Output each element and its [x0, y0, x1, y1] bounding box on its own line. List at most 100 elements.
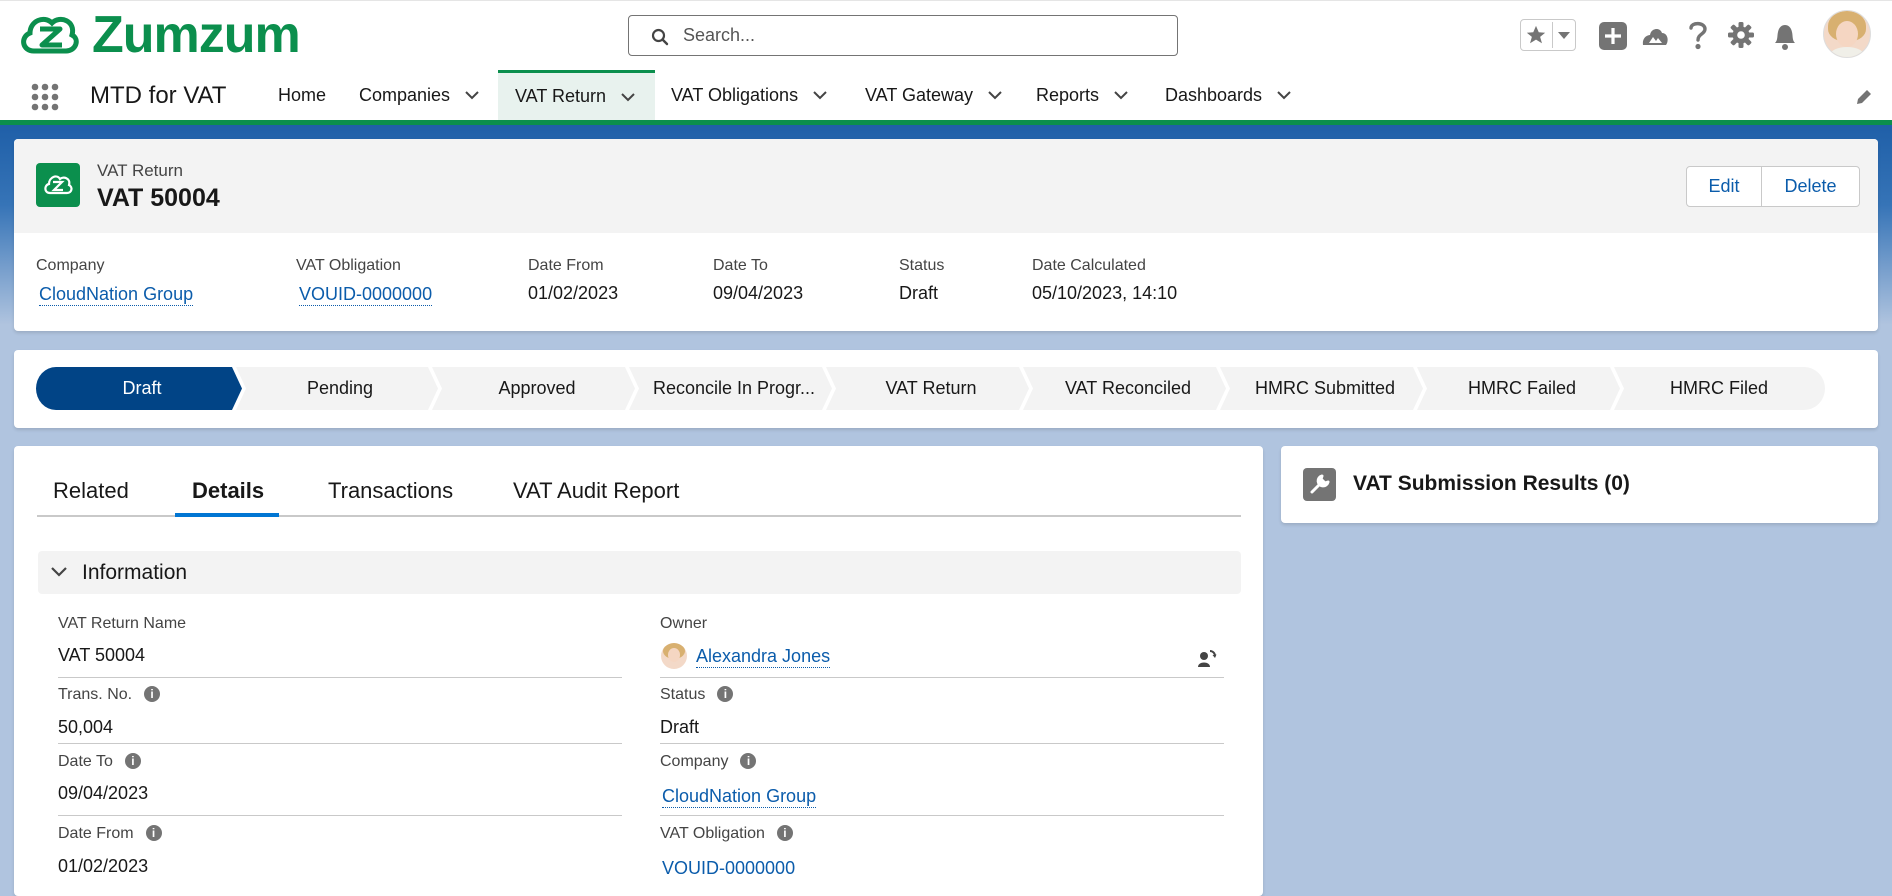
- delete-button[interactable]: Delete: [1761, 166, 1860, 207]
- highlight-date-calculated-value: 05/10/2023, 14:10: [1032, 283, 1178, 303]
- field-divider: [58, 743, 622, 744]
- nav-item-label: Companies: [359, 84, 451, 105]
- path-step-vat-reconciled[interactable]: VAT Reconciled: [1028, 367, 1228, 410]
- field-label-trans-no: Trans. No. i: [58, 686, 161, 704]
- trailhead-icon[interactable]: [1640, 21, 1670, 51]
- path-step-approved[interactable]: Approved: [437, 367, 637, 410]
- chevron-down-icon[interactable]: [50, 566, 68, 578]
- info-icon[interactable]: i: [740, 753, 757, 769]
- field-divider: [660, 815, 1224, 816]
- app-launcher-icon[interactable]: [30, 82, 60, 112]
- section-title: Information: [82, 561, 188, 584]
- path-step-vat-return[interactable]: VAT Return: [831, 367, 1031, 410]
- path-step-draft[interactable]: Draft: [44, 367, 240, 410]
- nav-item-label: VAT Gateway: [865, 84, 974, 105]
- chevron-down-icon[interactable]: [812, 90, 828, 100]
- path-step-reconcile-in-progress[interactable]: Reconcile In Progr...: [634, 367, 834, 410]
- help-icon[interactable]: [1686, 19, 1710, 51]
- nav-item-home[interactable]: Home: [278, 70, 326, 120]
- search-icon: [651, 28, 669, 46]
- notifications-bell-icon[interactable]: [1771, 21, 1799, 51]
- related-list-title[interactable]: VAT Submission Results (0): [1353, 472, 1630, 496]
- tab-related[interactable]: Related: [53, 478, 129, 504]
- field-value-vat-obligation-link[interactable]: VOUID-0000000: [662, 858, 795, 879]
- global-header: Zumzum: [0, 0, 1892, 71]
- search-input[interactable]: [681, 24, 1165, 47]
- brand-logo-text[interactable]: Zumzum: [92, 5, 301, 65]
- nav-item-vat-return[interactable]: VAT Return: [498, 70, 655, 120]
- field-value-vat-return-name: VAT 50004: [58, 645, 146, 665]
- chevron-down-icon[interactable]: [1557, 31, 1571, 41]
- highlight-status-label: Status: [899, 257, 945, 274]
- field-label-text: Date From: [58, 825, 134, 842]
- path-step-hmrc-filed[interactable]: HMRC Filed: [1619, 367, 1819, 410]
- app-navigation-bar: MTD for VAT Home Companies VAT Return VA…: [0, 70, 1892, 125]
- field-label-vat-obligation: VAT Obligation i: [660, 825, 793, 843]
- field-divider: [58, 815, 622, 816]
- info-icon[interactable]: i: [717, 686, 734, 702]
- wrench-icon: [1310, 474, 1330, 494]
- chevron-down-icon[interactable]: [1113, 90, 1129, 100]
- field-value-owner-link[interactable]: Alexandra Jones: [696, 646, 831, 668]
- information-section-header[interactable]: Information: [38, 551, 1241, 594]
- tab-transactions[interactable]: Transactions: [328, 478, 453, 504]
- nav-item-label: VAT Return: [515, 86, 607, 106]
- user-avatar[interactable]: [1823, 10, 1871, 58]
- favorites-star-icon: [1526, 25, 1546, 44]
- field-divider: [58, 677, 622, 678]
- field-label-vat-return-name: VAT Return Name: [58, 615, 187, 632]
- field-value-date-to: 09/04/2023: [58, 783, 149, 803]
- nav-item-companies[interactable]: Companies: [359, 70, 480, 120]
- info-icon[interactable]: i: [145, 825, 162, 841]
- nav-item-label: Reports: [1036, 84, 1100, 105]
- path-step-hmrc-failed[interactable]: HMRC Failed: [1422, 367, 1622, 410]
- avatar-shoulders: [1830, 47, 1864, 57]
- owner-avatar-face: [668, 648, 680, 662]
- record-title: VAT 50004: [97, 184, 220, 212]
- nav-item-label: VAT Obligations: [671, 84, 799, 105]
- chevron-down-icon[interactable]: [464, 90, 480, 100]
- field-label-status: Status i: [660, 686, 734, 704]
- info-icon[interactable]: i: [144, 686, 161, 702]
- change-owner-icon[interactable]: [1197, 648, 1217, 668]
- vat-submission-results-card: VAT Submission Results (0): [1281, 446, 1878, 523]
- chevron-down-icon[interactable]: [620, 92, 636, 102]
- info-icon[interactable]: i: [124, 753, 141, 769]
- highlight-vat-obligation-link[interactable]: VOUID-0000000: [299, 284, 433, 306]
- chevron-down-icon[interactable]: [1276, 90, 1292, 100]
- record-details-panel: [14, 446, 1263, 896]
- field-value-company-link[interactable]: CloudNation Group: [662, 786, 817, 808]
- field-label-owner: Owner: [660, 615, 708, 632]
- avatar-face: [1836, 21, 1858, 47]
- field-label-text: Date To: [58, 753, 113, 770]
- record-cloud-icon: [44, 175, 73, 195]
- nav-item-dashboards[interactable]: Dashboards: [1165, 70, 1292, 120]
- zumzum-logo-icon[interactable]: [18, 11, 82, 59]
- favorites-button[interactable]: [1520, 19, 1576, 51]
- field-divider: [660, 743, 1224, 744]
- setup-gear-icon[interactable]: [1727, 21, 1755, 49]
- tab-details[interactable]: Details: [192, 478, 264, 504]
- info-icon[interactable]: i: [776, 825, 793, 841]
- path-step-pending[interactable]: Pending: [240, 367, 440, 410]
- app-name: MTD for VAT: [90, 82, 227, 109]
- edit-nav-pencil-icon[interactable]: [1854, 87, 1874, 107]
- field-label-text: Trans. No.: [58, 686, 133, 703]
- global-search-box[interactable]: [628, 15, 1178, 56]
- global-actions-plus-icon[interactable]: [1598, 21, 1628, 51]
- highlight-company-link[interactable]: CloudNation Group: [39, 284, 194, 306]
- highlight-vat-obligation-label: VAT Obligation: [296, 257, 401, 274]
- path-step-hmrc-submitted[interactable]: HMRC Submitted: [1225, 367, 1425, 410]
- chevron-down-icon[interactable]: [987, 90, 1003, 100]
- edit-button[interactable]: Edit: [1686, 166, 1762, 207]
- record-object-icon: [36, 163, 80, 207]
- nav-item-vat-obligations[interactable]: VAT Obligations: [671, 70, 828, 120]
- nav-item-vat-gateway[interactable]: VAT Gateway: [865, 70, 1003, 120]
- highlight-date-from-value: 01/02/2023: [528, 283, 619, 303]
- owner-avatar: [661, 643, 687, 669]
- highlight-date-from-label: Date From: [528, 257, 604, 274]
- related-list-icon-tile: [1303, 468, 1336, 501]
- tab-vat-audit-report[interactable]: VAT Audit Report: [513, 478, 679, 504]
- field-label-company: Company i: [660, 753, 757, 771]
- nav-item-reports[interactable]: Reports: [1036, 70, 1129, 120]
